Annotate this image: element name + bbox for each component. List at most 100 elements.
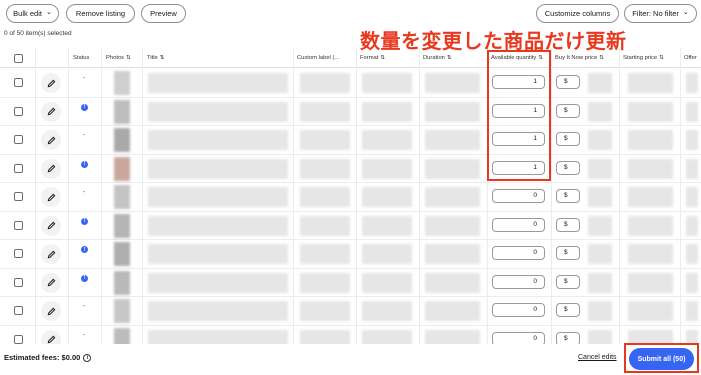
offer-cell: [686, 158, 698, 179]
format-cell: [362, 101, 412, 122]
price-input[interactable]: $: [556, 103, 580, 118]
row-checkbox[interactable]: [14, 106, 23, 116]
column-buy-it-now-price[interactable]: Buy It Now price ⇅: [555, 55, 604, 61]
status-empty: -: [83, 132, 86, 139]
table-row: ! 0 $: [0, 269, 701, 297]
cancel-edits-link[interactable]: Cancel edits: [578, 354, 617, 361]
column-duration[interactable]: Duration ⇅: [423, 55, 452, 61]
pencil-icon: [47, 307, 55, 315]
customize-columns-label: Customize columns: [544, 9, 611, 18]
status-info-icon[interactable]: !: [81, 103, 88, 111]
custom-label-cell: [300, 272, 350, 293]
row-checkbox[interactable]: [14, 277, 23, 287]
title-cell: [148, 272, 288, 293]
sort-icon: ⇅: [380, 55, 385, 61]
photo-thumbnail[interactable]: [114, 242, 130, 266]
column-offer[interactable]: Offer: [684, 55, 697, 61]
status-empty: -: [83, 331, 86, 339]
preview-label: Preview: [150, 9, 177, 18]
row-checkbox[interactable]: [14, 249, 23, 258]
duration-cell: [425, 187, 480, 207]
estimated-fees-text: Estimated fees: $0.00: [4, 353, 81, 362]
price-input[interactable]: $: [556, 75, 580, 89]
photo-thumbnail[interactable]: [114, 299, 130, 323]
column-photos[interactable]: Photos ⇅: [106, 55, 131, 61]
preview-button[interactable]: Preview: [141, 4, 186, 23]
customize-columns-button[interactable]: Customize columns: [536, 4, 619, 23]
title-cell: [148, 244, 288, 264]
row-checkbox[interactable]: [14, 306, 23, 315]
remove-listing-button[interactable]: Remove listing: [66, 4, 135, 23]
edit-button[interactable]: [41, 158, 61, 179]
price-input[interactable]: $: [556, 217, 580, 232]
edit-button[interactable]: [41, 101, 61, 122]
sort-icon: ⇅: [599, 55, 604, 61]
duration-cell: [425, 130, 480, 150]
photo-thumbnail[interactable]: [114, 99, 130, 124]
price-input[interactable]: $: [556, 189, 580, 203]
row-checkbox[interactable]: [14, 192, 23, 201]
title-cell: [148, 301, 288, 321]
row-checkbox[interactable]: [14, 220, 23, 230]
status-info-icon[interactable]: !: [81, 246, 88, 253]
price-value-cell: [588, 272, 612, 293]
starting-price-cell: [628, 158, 673, 179]
select-all-checkbox[interactable]: [14, 54, 23, 63]
pencil-icon: [47, 107, 55, 116]
starting-price-cell: [628, 130, 673, 150]
sort-icon: ⇅: [159, 55, 165, 61]
status-empty: -: [83, 75, 86, 82]
photo-thumbnail[interactable]: [114, 71, 130, 95]
status-empty: -: [83, 303, 86, 310]
column-format[interactable]: Format ⇅: [360, 55, 385, 61]
column-starting-price[interactable]: Starting price ⇅: [623, 55, 664, 61]
row-checkbox[interactable]: [14, 163, 23, 173]
edit-button[interactable]: [41, 272, 61, 293]
bulk-edit-button[interactable]: Bulk edit ⌄: [6, 4, 59, 23]
column-title[interactable]: Title ⇅: [147, 55, 164, 61]
quantity-input[interactable]: 0: [492, 189, 545, 203]
photo-thumbnail[interactable]: [114, 185, 130, 209]
filter-button[interactable]: Filter: No filter ⌄: [624, 4, 697, 23]
bulk-edit-label: Bulk edit: [13, 9, 42, 18]
table-row: ! 1 $: [0, 98, 701, 126]
quantity-input[interactable]: 0: [492, 246, 545, 260]
row-checkbox[interactable]: [14, 78, 23, 87]
edit-button[interactable]: [41, 244, 61, 264]
price-input[interactable]: $: [556, 303, 580, 317]
pencil-icon: [47, 164, 55, 173]
edit-button[interactable]: [41, 73, 61, 93]
price-input[interactable]: $: [556, 132, 580, 146]
duration-cell: [425, 158, 480, 179]
status-info-icon[interactable]: !: [81, 217, 88, 225]
price-input[interactable]: $: [556, 246, 580, 260]
column-custom-label[interactable]: Custom label (...: [297, 55, 339, 61]
status-info-icon[interactable]: !: [81, 160, 88, 168]
price-input[interactable]: $: [556, 160, 580, 175]
photo-thumbnail[interactable]: [114, 128, 130, 152]
photo-thumbnail[interactable]: [114, 156, 130, 181]
quantity-input[interactable]: 0: [492, 303, 545, 317]
edit-button[interactable]: [41, 187, 61, 207]
offer-cell: [686, 101, 698, 122]
column-status: Status: [73, 55, 90, 61]
row-checkbox[interactable]: [14, 135, 23, 144]
quantity-input[interactable]: 0: [492, 217, 545, 232]
price-value-cell: [588, 301, 612, 321]
edit-button[interactable]: [41, 215, 61, 236]
info-icon[interactable]: i: [83, 353, 92, 362]
title-cell: [148, 101, 288, 122]
edit-button[interactable]: [41, 130, 61, 150]
offer-cell: [686, 187, 698, 207]
status-info-icon[interactable]: !: [81, 274, 88, 282]
quantity-input[interactable]: 0: [492, 274, 545, 289]
price-input[interactable]: $: [556, 274, 580, 289]
duration-cell: [425, 244, 480, 264]
pencil-icon: [47, 250, 55, 258]
edit-button[interactable]: [41, 301, 61, 321]
table-row: - 0 $: [0, 183, 701, 212]
custom-label-cell: [300, 215, 350, 236]
row-checkbox[interactable]: [14, 334, 23, 344]
photo-thumbnail[interactable]: [114, 270, 130, 295]
photo-thumbnail[interactable]: [114, 213, 130, 238]
